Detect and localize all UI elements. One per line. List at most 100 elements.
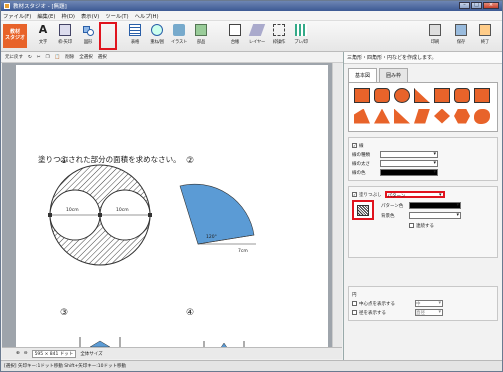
page-size-field[interactable]: 595 × 841 ドット (31, 349, 77, 358)
center-label: 中心点を表示する (359, 301, 395, 307)
canvas-area[interactable]: 塗りつぶされた部分の面積を求めなさい。 ① ② ③ ④ 10cm 10cm 12… (2, 63, 342, 347)
print-button[interactable]: 印刷 (425, 24, 445, 48)
layer-button[interactable]: レイヤー (247, 24, 267, 48)
right-triangle-shape[interactable] (394, 108, 410, 124)
pattern-color-label: パターン色 (381, 203, 404, 209)
center-select[interactable]: 中 (415, 300, 443, 307)
menu-frame[interactable]: 枠(D) (61, 12, 75, 20)
menu-tools[interactable]: ツール(T) (105, 12, 128, 20)
label-angle: 120° (206, 235, 217, 240)
copy-button[interactable]: ❐ (46, 55, 50, 60)
line-checkbox[interactable]: ✓ (352, 143, 357, 148)
zoom-in-icon[interactable]: ⊕ (16, 351, 20, 356)
preview-button[interactable]: プレ/印 (291, 24, 311, 48)
tile-checkbox[interactable] (409, 223, 414, 228)
menu-view[interactable]: 表示(V) (81, 12, 99, 20)
menu-edit[interactable]: 編集(E) (37, 12, 55, 20)
minimize-button[interactable]: – (459, 2, 470, 9)
pattern-color-select[interactable] (409, 202, 461, 209)
fill-type-select[interactable]: パターン (384, 191, 445, 199)
illustration-icon (173, 24, 185, 36)
ledger-button[interactable]: 台帳 (225, 24, 245, 48)
maximize-button[interactable]: □ (471, 2, 482, 9)
app-window: 教材スタジオ - [無題] – □ × ファイル(F) 編集(E) 枠(D) 表… (0, 0, 503, 372)
redo-button[interactable]: ↻ (28, 55, 32, 60)
highlight-shape-button (99, 22, 117, 50)
layer-icon (248, 24, 266, 36)
tab-basic-shapes[interactable]: 基本図 (348, 68, 378, 82)
save-icon (455, 24, 467, 36)
pattern-swatch[interactable] (352, 200, 374, 220)
line-width-select[interactable] (380, 160, 438, 167)
worksheet-page[interactable]: 塗りつぶされた部分の面積を求めなさい。 ① ② ③ ④ 10cm 10cm 12… (16, 65, 328, 347)
line-color-label: 線の色 (352, 170, 366, 176)
text-icon: A (38, 23, 48, 36)
app-menu-button[interactable]: 教材 スタジオ (3, 24, 27, 48)
edit-toolbar: 元に戻す ↻ ✂ ❐ 📋 削除 全選択 選択 (1, 52, 343, 63)
fill-title: 塗りつぶし (359, 192, 382, 198)
illustration-button[interactable]: イラスト (169, 24, 189, 48)
table-button[interactable]: 表格 (125, 24, 145, 48)
title-bar: 教材スタジオ - [無題] – □ × (1, 1, 502, 11)
frame-op-icon (273, 24, 285, 36)
menu-help[interactable]: ヘルプ(H) (135, 12, 159, 20)
select-all-button[interactable]: 全選択 (79, 54, 93, 60)
zoom-out-icon[interactable]: ⊖ (24, 351, 28, 356)
isosceles-shape[interactable] (374, 108, 390, 124)
overlay-icon (151, 24, 163, 36)
shape-palette (348, 82, 498, 132)
parts-button[interactable]: 部品 (191, 24, 211, 48)
folder-shape[interactable] (434, 88, 450, 103)
frame-arrow-button[interactable]: 枠-矢印 (55, 24, 75, 48)
rect-shape[interactable] (354, 88, 370, 103)
hatch-pattern-icon (357, 205, 369, 216)
exit-button[interactable]: 終了 (475, 24, 495, 48)
fit-size-button[interactable]: 全体サイズ (80, 351, 102, 357)
save-button[interactable]: 保存 (451, 24, 471, 48)
exit-icon (479, 24, 491, 36)
cloud-shape[interactable] (474, 108, 490, 124)
circle-section: 円 中心点を表示する 中 径を表示する 直径 (348, 286, 498, 321)
bg-color-select[interactable] (409, 212, 461, 219)
paste-button[interactable]: 📋 (55, 55, 61, 60)
window-title: 教材スタジオ - [無題] (13, 4, 67, 10)
diamond-shape[interactable] (434, 108, 450, 124)
undo-button[interactable]: 元に戻す (5, 54, 23, 60)
rounded-rect-shape[interactable] (374, 88, 390, 103)
cylinder-shape[interactable] (454, 88, 470, 103)
ledger-icon (229, 24, 241, 36)
radius-checkbox[interactable] (352, 310, 357, 315)
preview-icon (295, 24, 307, 36)
line-kind-label: 線の種類 (352, 152, 370, 158)
delete-button[interactable]: 削除 (65, 54, 74, 60)
tile-label: 連続する (416, 223, 434, 229)
parallelogram-shape[interactable] (414, 108, 430, 124)
vertical-scrollbar[interactable] (332, 63, 342, 347)
menu-file[interactable]: ファイル(F) (3, 12, 31, 20)
figure-1-circle[interactable] (16, 65, 328, 347)
callout-shape[interactable] (474, 88, 490, 103)
circle-shape[interactable] (394, 88, 410, 103)
tab-enclosure[interactable]: 囲み枠 (379, 68, 409, 82)
radius-select[interactable]: 直径 (415, 309, 443, 316)
shape-tool-button[interactable]: 図形 (77, 24, 99, 48)
fill-section: ✓塗りつぶしパターン パターン色 背景色 連続する (348, 186, 498, 258)
cut-button[interactable]: ✂ (37, 55, 41, 60)
trapezoid-shape[interactable] (354, 108, 370, 124)
frame-op-button[interactable]: 枠操作 (269, 24, 289, 48)
center-checkbox[interactable] (352, 301, 357, 306)
triangle-shape[interactable] (414, 88, 430, 103)
line-kind-select[interactable] (380, 151, 438, 158)
status-bar: [選択] 矢印キー:1ドット移動 Shift+矢印キー:10ドット移動 (1, 360, 502, 371)
label-10cm-left: 10cm (66, 208, 79, 213)
fill-checkbox[interactable]: ✓ (352, 192, 357, 197)
line-color-select[interactable] (380, 169, 438, 176)
properties-panel: 三角形・四角形・円などを作成します。 基本図 囲み枠 ✓線 線の種類 線の太さ … (343, 52, 502, 360)
overlay-button[interactable]: 重ね/囲 (147, 24, 167, 48)
hexagon-shape[interactable] (454, 108, 470, 124)
select-button[interactable]: 選択 (98, 54, 107, 60)
view-bar: ⊕ ⊖ 595 × 841 ドット 全体サイズ (2, 347, 342, 359)
close-button[interactable]: × (483, 2, 499, 9)
text-tool-button[interactable]: A 文字 (33, 24, 53, 48)
line-section: ✓線 線の種類 線の太さ 線の色 (348, 137, 498, 181)
